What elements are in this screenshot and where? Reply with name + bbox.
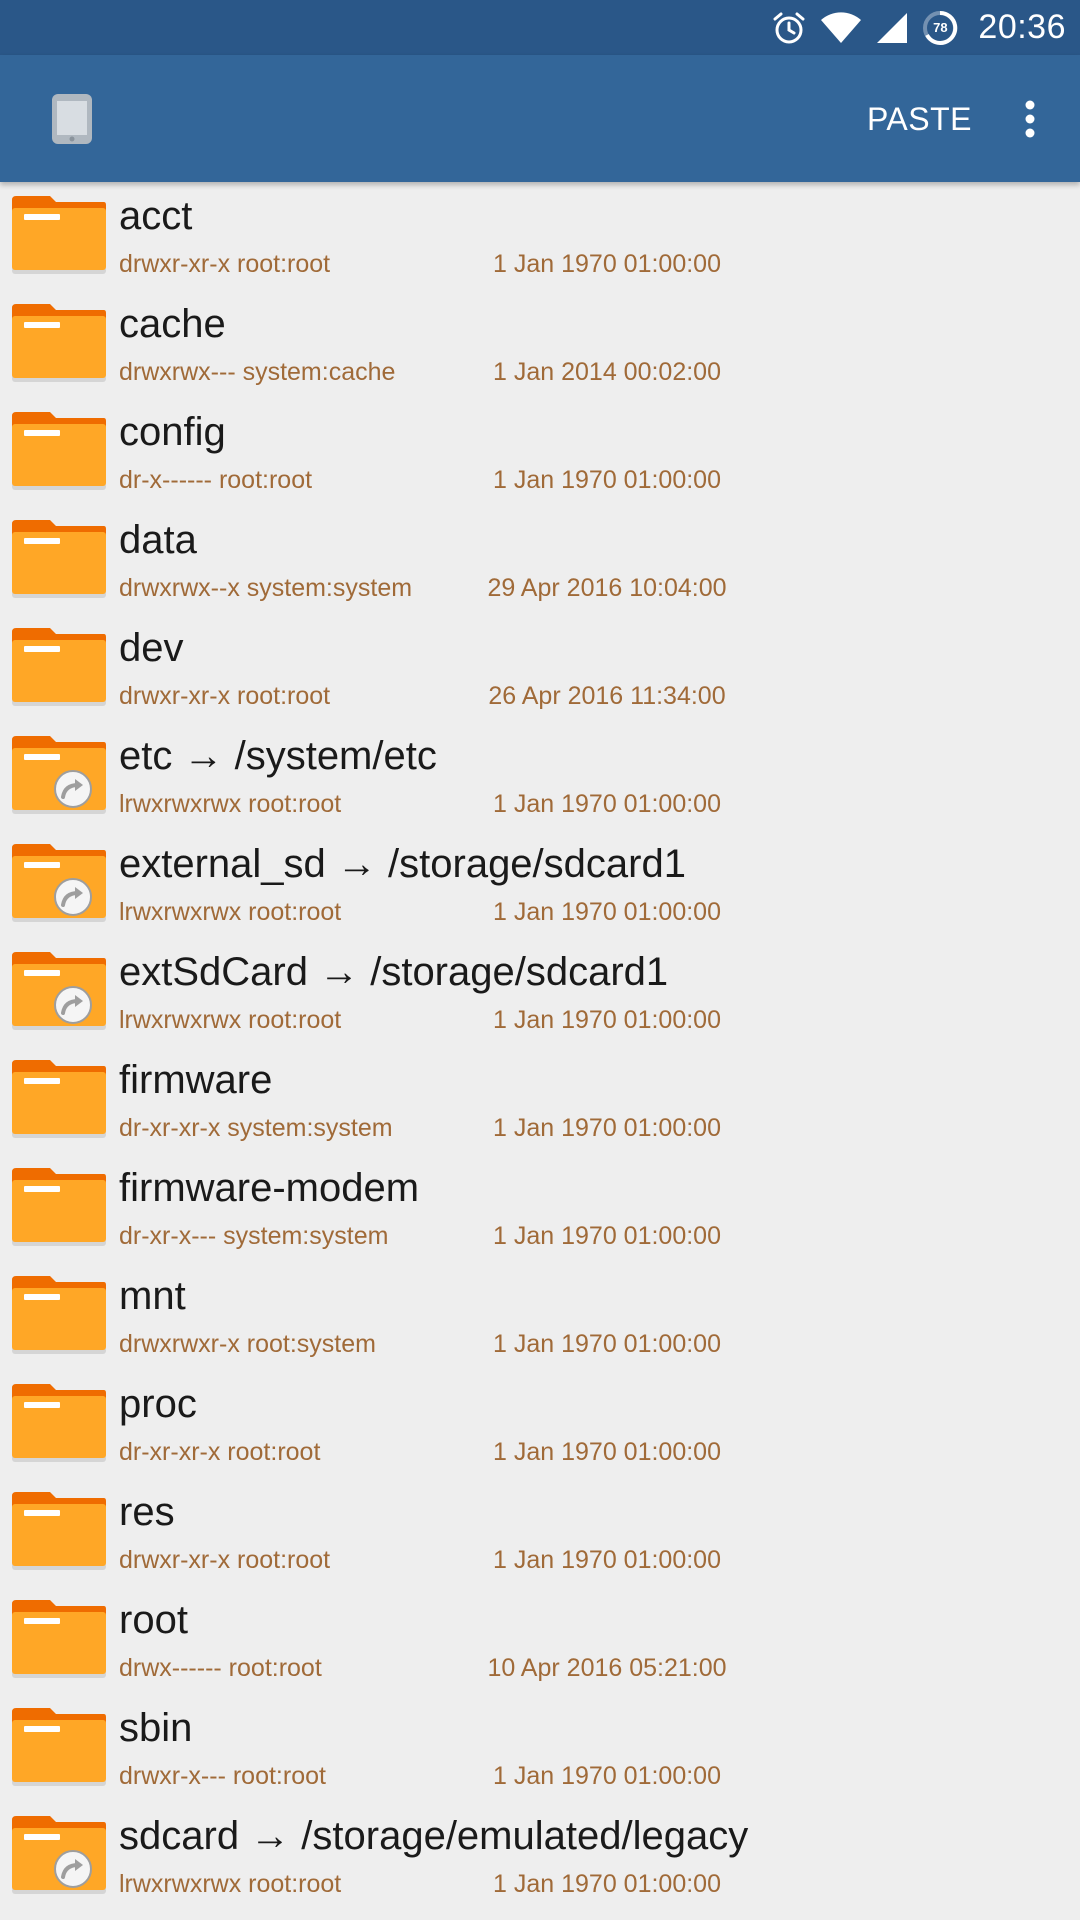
symlink-badge-icon — [52, 984, 94, 1031]
toolbar: PASTE — [0, 55, 1080, 182]
file-name: sdcard → /storage/emulated/legacy — [119, 1814, 749, 1858]
file-name: root — [119, 1598, 188, 1642]
file-permissions: drwxr-xr-x root:root — [119, 682, 331, 710]
file-row[interactable]: config dr-x------ root:root 1 Jan 1970 0… — [0, 398, 1080, 506]
file-permissions: drwxr-xr-x root:root — [119, 1546, 331, 1574]
folder-icon — [10, 1384, 108, 1470]
file-permissions: dr-xr-xr-x system:system — [119, 1114, 393, 1142]
file-name: etc → /system/etc — [119, 734, 437, 778]
file-row[interactable]: root drwx------ root:root 10 Apr 2016 05… — [0, 1586, 1080, 1694]
file-permissions: dr-xr-x--- system:system — [119, 1222, 389, 1250]
file-row[interactable]: etc → /system/etc lrwxrwxrwx root:root 1… — [0, 722, 1080, 830]
file-permissions: lrwxrwxrwx root:root — [119, 898, 342, 926]
file-manager-screen: 78 20:36 PASTE acct drwxr-xr-x root:root… — [0, 0, 1080, 1920]
symlink-badge-icon — [52, 768, 94, 815]
file-row[interactable]: acct drwxr-xr-x root:root 1 Jan 1970 01:… — [0, 182, 1080, 290]
folder-icon — [10, 1276, 108, 1362]
file-permissions: drwxrwx--x system:system — [119, 574, 413, 602]
paste-button[interactable]: PASTE — [867, 95, 972, 143]
file-date: 10 Apr 2016 05:21:00 — [487, 1654, 727, 1682]
alarm-icon — [772, 11, 806, 45]
file-row[interactable]: firmware-modem dr-xr-x--- system:system … — [0, 1154, 1080, 1262]
file-name: extSdCard → /storage/sdcard1 — [119, 950, 669, 994]
file-date: 26 Apr 2016 11:34:00 — [488, 682, 726, 710]
more-vert-icon[interactable] — [1020, 95, 1040, 143]
file-list: acct drwxr-xr-x root:root 1 Jan 1970 01:… — [0, 182, 1080, 1920]
folder-icon — [10, 1060, 108, 1146]
file-row[interactable]: proc dr-xr-xr-x root:root 1 Jan 1970 01:… — [0, 1370, 1080, 1478]
file-date: 1 Jan 1970 01:00:00 — [493, 898, 721, 926]
file-name: data — [119, 518, 197, 562]
file-name: proc — [119, 1382, 197, 1426]
file-permissions: lrwxrwxrwx root:root — [119, 1870, 342, 1898]
folder-icon — [10, 1600, 108, 1686]
file-name: firmware — [119, 1058, 273, 1102]
file-name: external_sd → /storage/sdcard1 — [119, 842, 686, 886]
file-permissions: lrwxrwxrwx root:root — [119, 790, 342, 818]
file-row[interactable]: firmware dr-xr-xr-x system:system 1 Jan … — [0, 1046, 1080, 1154]
file-row[interactable]: external_sd → /storage/sdcard1 lrwxrwxrw… — [0, 830, 1080, 938]
file-permissions: drwxrwx--- system:cache — [119, 358, 396, 386]
file-row[interactable]: res drwxr-xr-x root:root 1 Jan 1970 01:0… — [0, 1478, 1080, 1586]
symlink-badge-icon — [52, 876, 94, 923]
file-name: mnt — [119, 1274, 186, 1318]
file-permissions: dr-x------ root:root — [119, 466, 313, 494]
file-row[interactable]: cache drwxrwx--- system:cache 1 Jan 2014… — [0, 290, 1080, 398]
folder-icon — [10, 412, 108, 498]
file-date: 1 Jan 1970 01:00:00 — [493, 1006, 721, 1034]
file-name: acct — [119, 194, 193, 238]
file-row[interactable]: sdcard → /storage/emulated/legacy lrwxrw… — [0, 1802, 1080, 1910]
file-name: cache — [119, 302, 226, 346]
file-name: config — [119, 410, 226, 454]
wifi-icon — [820, 11, 862, 44]
file-permissions: drwx------ root:root — [119, 1654, 322, 1682]
file-date: 1 Jan 1970 01:00:00 — [493, 790, 721, 818]
file-permissions: drwxrwxr-x root:system — [119, 1330, 376, 1358]
folder-icon — [10, 1708, 108, 1794]
symlink-badge-icon — [52, 1848, 94, 1895]
file-date: 1 Jan 1970 01:00:00 — [493, 1870, 721, 1898]
file-date: 1 Jan 1970 01:00:00 — [493, 1330, 721, 1358]
file-permissions: drwxr-x--- root:root — [119, 1762, 326, 1790]
folder-icon — [10, 304, 108, 390]
file-date: 1 Jan 1970 01:00:00 — [493, 1762, 721, 1790]
status-bar: 78 20:36 — [0, 0, 1080, 55]
folder-icon — [10, 1492, 108, 1578]
file-date: 29 Apr 2016 10:04:00 — [487, 574, 727, 602]
file-name: dev — [119, 626, 184, 670]
battery-level: 78 — [933, 19, 948, 35]
file-permissions: dr-xr-xr-x root:root — [119, 1438, 321, 1466]
signal-icon — [876, 12, 908, 44]
file-name: res — [119, 1490, 175, 1534]
folder-icon — [10, 196, 108, 282]
clock: 20:36 — [978, 8, 1066, 46]
file-date: 1 Jan 1970 01:00:00 — [493, 466, 721, 494]
file-permissions: lrwxrwxrwx root:root — [119, 1006, 342, 1034]
file-date: 1 Jan 1970 01:00:00 — [493, 250, 721, 278]
file-date: 1 Jan 1970 01:00:00 — [493, 1438, 721, 1466]
file-name: sbin — [119, 1706, 193, 1750]
file-row[interactable]: sbin drwxr-x--- root:root 1 Jan 1970 01:… — [0, 1694, 1080, 1802]
status-icons: 78 20:36 — [772, 0, 1066, 55]
folder-icon — [10, 1168, 108, 1254]
file-date: 1 Jan 1970 01:00:00 — [493, 1114, 721, 1142]
folder-icon — [10, 520, 108, 606]
folder-icon — [10, 628, 108, 714]
file-permissions: drwxr-xr-x root:root — [119, 250, 331, 278]
file-row[interactable]: data drwxrwx--x system:system 29 Apr 201… — [0, 506, 1080, 614]
file-row[interactable]: dev drwxr-xr-x root:root 26 Apr 2016 11:… — [0, 614, 1080, 722]
file-date: 1 Jan 1970 01:00:00 — [493, 1546, 721, 1574]
battery-icon: 78 — [922, 10, 958, 46]
phone-icon[interactable] — [48, 93, 96, 150]
file-row[interactable]: mnt drwxrwxr-x root:system 1 Jan 1970 01… — [0, 1262, 1080, 1370]
file-date: 1 Jan 2014 00:02:00 — [493, 358, 721, 386]
file-row[interactable]: extSdCard → /storage/sdcard1 lrwxrwxrwx … — [0, 938, 1080, 1046]
file-date: 1 Jan 1970 01:00:00 — [493, 1222, 721, 1250]
file-name: firmware-modem — [119, 1166, 420, 1210]
